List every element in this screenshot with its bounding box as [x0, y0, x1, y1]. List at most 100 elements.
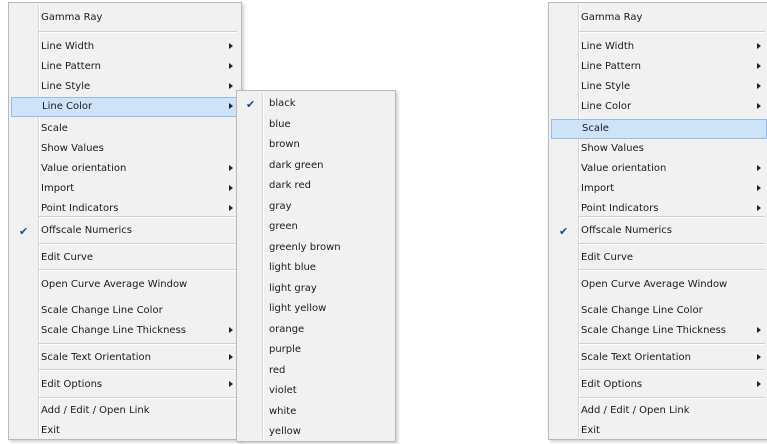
menu-item-open-curve-average-window[interactable]: Open Curve Average Window: [11, 275, 239, 295]
color-option-blue[interactable]: blue: [239, 115, 393, 135]
menu-item-label: Point Indicators: [41, 203, 119, 214]
menu-item-scale-text-orientation[interactable]: Scale Text Orientation: [11, 348, 239, 368]
menu-item-label: Add / Edit / Open Link: [581, 405, 690, 416]
menu-item-exit[interactable]: Exit: [551, 421, 767, 441]
chevron-right-icon: [757, 165, 761, 171]
color-option-light-yellow[interactable]: light yellow: [239, 299, 393, 319]
chevron-right-icon: [757, 205, 761, 211]
menu-item-label: Show Values: [581, 143, 644, 154]
color-option-label: white: [269, 405, 297, 417]
context-menu-left: Gamma Ray Line Width Line Pattern Line Styl…: [8, 2, 242, 440]
menu-item-label: Import: [41, 183, 75, 194]
menu-separator: [39, 343, 237, 345]
menu-item-scale[interactable]: Scale: [551, 119, 767, 139]
color-option-purple[interactable]: purple: [239, 340, 393, 360]
menu-item-label: Edit Options: [581, 379, 643, 390]
menu-item-line-style[interactable]: Line Style: [551, 77, 767, 97]
menu-item-line-width[interactable]: Line Width: [551, 37, 767, 57]
menu-item-label: Line Width: [41, 41, 95, 52]
color-option-label: green: [269, 221, 298, 232]
menu-item-label: Open Curve Average Window: [41, 279, 188, 290]
menu-item-line-style[interactable]: Line Style: [11, 77, 239, 97]
menu-item-label: Edit Curve: [581, 252, 634, 263]
menu-item-edit-options[interactable]: Edit Options: [11, 375, 239, 395]
color-option-label: light gray: [269, 282, 317, 294]
menu-item-label: Line Style: [41, 81, 91, 92]
menu-separator: [579, 343, 765, 345]
color-option-light-gray[interactable]: light gray: [239, 279, 393, 299]
context-menu-right: Gamma Ray Line Width Line Pattern Line Styl…: [548, 2, 767, 440]
menu-item-label: Scale Text Orientation: [581, 352, 691, 363]
menu-item-edit-curve[interactable]: Edit Curve: [551, 248, 767, 268]
check-icon: ✔: [559, 225, 569, 238]
color-option-dark-green[interactable]: dark green: [239, 156, 393, 176]
menu-item-label: Scale: [41, 123, 68, 134]
color-option-red[interactable]: red: [239, 361, 393, 381]
menu-item-scale-text-orientation[interactable]: Scale Text Orientation: [551, 348, 767, 368]
chevron-right-icon: [757, 103, 761, 109]
menu-item-show-values[interactable]: Show Values: [11, 139, 239, 159]
menu-item-open-curve-average-window[interactable]: Open Curve Average Window: [551, 275, 767, 295]
color-option-light-blue[interactable]: light blue: [239, 258, 393, 278]
color-option-brown[interactable]: brown: [239, 135, 393, 155]
color-option-label: light yellow: [269, 303, 327, 314]
color-option-dark-red[interactable]: dark red: [239, 176, 393, 196]
chevron-right-icon: [757, 381, 761, 387]
color-option-gray[interactable]: gray: [239, 197, 393, 217]
menu-item-line-width[interactable]: Line Width: [11, 37, 239, 57]
color-option-white[interactable]: white: [239, 402, 393, 422]
menu-item-offscale-numerics[interactable]: ✔ Offscale Numerics: [551, 221, 767, 241]
menu-item-import[interactable]: Import: [551, 179, 767, 199]
menu-item-line-color[interactable]: Line Color: [551, 97, 767, 117]
menu-item-show-values[interactable]: Show Values: [551, 139, 767, 159]
color-option-label: light blue: [269, 262, 316, 273]
color-option-violet[interactable]: violet: [239, 381, 393, 401]
menu-item-scale-change-line-color[interactable]: Scale Change Line Color: [551, 301, 767, 321]
menu-item-scale-change-line-color[interactable]: Scale Change Line Color: [11, 301, 239, 321]
menu-item-line-pattern[interactable]: Line Pattern: [551, 57, 767, 77]
menu-separator: [579, 269, 765, 271]
color-option-orange[interactable]: orange: [239, 320, 393, 340]
menu-item-value-orientation[interactable]: Value orientation: [551, 159, 767, 179]
color-option-green[interactable]: green: [239, 217, 393, 237]
menu-item-add-edit-open-link[interactable]: Add / Edit / Open Link: [11, 401, 239, 421]
menu-item-point-indicators[interactable]: Point Indicators: [551, 199, 767, 219]
chevron-right-icon: [229, 63, 233, 69]
menu-item-gamma-ray[interactable]: Gamma Ray: [11, 8, 239, 28]
menu-item-exit[interactable]: Exit: [11, 421, 239, 441]
menu-item-scale[interactable]: Scale: [11, 119, 239, 139]
menu-separator: [579, 243, 765, 245]
menu-item-label: Offscale Numerics: [41, 225, 133, 236]
menu-item-point-indicators[interactable]: Point Indicators: [11, 199, 239, 219]
menu-item-label: Line Style: [581, 81, 631, 92]
check-icon: ✔: [246, 98, 256, 111]
menu-item-label: Scale Text Orientation: [41, 352, 151, 363]
menu-separator: [579, 397, 765, 399]
color-option-yellow[interactable]: yellow: [239, 422, 393, 442]
color-option-black[interactable]: ✔ black: [239, 94, 393, 114]
menu-item-label: Import: [581, 183, 615, 194]
menu-item-label: Line Pattern: [581, 61, 641, 72]
color-option-label: dark red: [269, 180, 311, 191]
menu-item-offscale-numerics[interactable]: ✔ Offscale Numerics: [11, 221, 239, 241]
menu-item-scale-change-line-thickness[interactable]: Scale Change Line Thickness: [11, 321, 239, 341]
menu-item-label: Value orientation: [581, 163, 667, 174]
menu-item-scale-change-line-thickness[interactable]: Scale Change Line Thickness: [551, 321, 767, 341]
chevron-right-icon: [229, 83, 233, 89]
menu-item-import[interactable]: Import: [11, 179, 239, 199]
menu-item-add-edit-open-link[interactable]: Add / Edit / Open Link: [551, 401, 767, 421]
menu-item-edit-options[interactable]: Edit Options: [551, 375, 767, 395]
menu-item-gamma-ray[interactable]: Gamma Ray: [551, 8, 767, 28]
menu-separator: [39, 269, 237, 271]
menu-separator: [579, 369, 765, 371]
color-option-label: red: [269, 364, 286, 376]
chevron-right-icon: [757, 63, 761, 69]
menu-item-value-orientation[interactable]: Value orientation: [11, 159, 239, 179]
chevron-right-icon: [229, 103, 233, 109]
menu-item-edit-curve[interactable]: Edit Curve: [11, 248, 239, 268]
chevron-right-icon: [229, 354, 233, 360]
menu-item-line-pattern[interactable]: Line Pattern: [11, 57, 239, 77]
color-option-label: black: [269, 98, 296, 109]
menu-item-line-color[interactable]: Line Color: [11, 97, 239, 117]
color-option-greenly-brown[interactable]: greenly brown: [239, 238, 393, 258]
